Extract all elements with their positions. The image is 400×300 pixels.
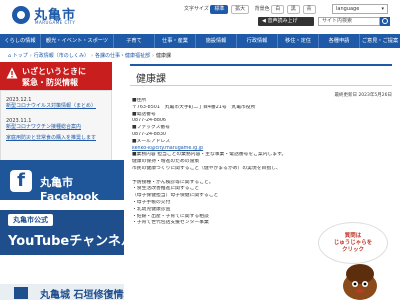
info-line: 0877-24-8806 [132, 118, 166, 124]
emergency-line2: 緊急・防災情報 [22, 78, 78, 87]
language-select[interactable]: language ▾ [332, 4, 388, 14]
list-item: 家庭用防災と非常食の購入を推奨します [6, 135, 96, 142]
nav-tourism[interactable]: 観光・イベント・スポーツ [41, 34, 114, 48]
facebook-icon: f [10, 170, 32, 192]
bubble-line1: 質問は [344, 233, 362, 239]
search-icon[interactable] [380, 17, 390, 26]
info-line: ■メールアドレス [132, 138, 171, 144]
castle-banner-text: 丸亀城 石垣修復情報 [40, 290, 124, 300]
warning-icon [6, 67, 18, 79]
voice-readout-button[interactable]: ◀ 音声読み上げ [258, 17, 314, 26]
emergency-line1: いざというときに [22, 67, 86, 76]
bg-black-button[interactable]: 黒 [286, 5, 300, 14]
info-line: 0877-24-8830 [132, 131, 166, 137]
info-line: ・乳幼児健康診査 [132, 206, 171, 212]
city-emblem-icon [12, 6, 30, 24]
voice-readout-label: 音声読み上げ [267, 18, 298, 24]
info-line: ■ファックス番号 [132, 125, 170, 131]
breadcrumb-dept[interactable]: 各課の仕事・健康福祉部 [95, 53, 150, 59]
facebook-banner-text: 丸亀市 Facebook [40, 176, 99, 203]
info-line: 市民の健康づくりに関すること（健やかまるがめ）の実現を目指し、 [132, 165, 281, 171]
nav-applications[interactable]: 各種申請 [319, 34, 360, 48]
news-link[interactable]: 新型コロナワクチン接種総合案内 [6, 124, 81, 131]
nav-facilities[interactable]: 施設情報 [196, 34, 237, 48]
info-line: ■住所 [132, 98, 147, 103]
nav-living[interactable]: くらしの情報 [0, 34, 41, 48]
breadcrumb: ⌂ トップ › 行政情報（市のしくみ） › 各課の仕事・健康福祉部 › 健康課 [8, 53, 172, 59]
global-nav: くらしの情報 観光・イベント・スポーツ 子育て 仕事・産業 施設情報 行政情報 … [0, 34, 400, 48]
language-label: language [336, 6, 360, 12]
search-input[interactable]: サイト内検索 [318, 17, 380, 26]
text-size-standard-button[interactable]: 標準 [210, 5, 229, 14]
text-size-large-button[interactable]: 拡大 [231, 5, 250, 14]
info-line: （母子保健担当）母子保健に関すること [132, 193, 219, 199]
emergency-info-banner[interactable]: いざというときに 緊急・防災情報 [0, 62, 112, 90]
nav-administration[interactable]: 行政情報 [237, 34, 278, 48]
info-line: ■電話番号 [132, 111, 156, 117]
nav-work[interactable]: 仕事・産業 [155, 34, 196, 48]
chevron-down-icon: ▾ [381, 6, 384, 12]
nav-childcare[interactable]: 子育て [114, 34, 155, 48]
info-line: ■業務内容 担当ごとの業務内容・主な事業・電話番号をご案内します。 [132, 152, 287, 158]
bubble-line2: じゅうじゃらを [333, 240, 373, 246]
logo-subtext: MARUGAME CITY [35, 20, 76, 25]
castle-icon [14, 287, 28, 299]
bg-white-button[interactable]: 白 [271, 5, 285, 14]
info-line: ・母子手帳の交付 [132, 199, 171, 205]
youtube-banner-text: YouTubeチャンネル [8, 234, 124, 249]
nav-opinions[interactable]: ご意見・ご提案 [360, 34, 400, 48]
mascot-speech-bubble[interactable]: 質問は じゅうじゃらを クリック [318, 222, 388, 264]
emergency-news-list: 2023.12.1 新型コロナウイルス対策情報（まとめ） 2023.11.1 新… [0, 90, 112, 170]
news-link[interactable]: 家庭用防災と非常食の購入を推奨します [6, 135, 96, 142]
list-item: 2023.11.1 新型コロナワクチン接種総合案内 [6, 118, 81, 131]
page-title: 健康課 [136, 74, 166, 85]
nav-migration[interactable]: 移住・定住 [278, 34, 319, 48]
info-line: 予防接種・がん検診等に関すること。 [132, 179, 214, 185]
youtube-banner-label: 丸亀市公式 [8, 214, 53, 226]
info-line [132, 173, 382, 180]
breadcrumb-home[interactable]: トップ [13, 53, 28, 59]
info-line: ・食生活改善推進に関すること [132, 186, 200, 192]
bubble-line3: クリック [341, 247, 364, 253]
youtube-banner[interactable]: 丸亀市公式 YouTubeチャンネル [0, 210, 124, 255]
news-link[interactable]: 新型コロナウイルス対策情報（まとめ） [6, 103, 96, 110]
mascot-character-icon[interactable] [340, 262, 380, 300]
email-link[interactable]: kenko-k@city.marugame.lg.jp [132, 146, 203, 151]
breadcrumb-admin[interactable]: 行政情報（市のしくみ） [34, 53, 89, 59]
list-item: 2023.12.1 新型コロナウイルス対策情報（まとめ） [6, 97, 96, 110]
info-line: 〒763-8501 丸亀市大手町二丁目4番21号 丸亀市役所 [132, 104, 256, 110]
info-line: ・妊婦・出産・子育てに関する相談 [132, 213, 209, 219]
castle-banner[interactable]: 丸亀城 石垣修復情報 [0, 284, 124, 300]
page-title-bar: 健康課 [130, 64, 392, 86]
info-line: 健康の保持・増進のための施策 [132, 159, 200, 165]
facebook-banner[interactable]: f 丸亀市 Facebook [0, 160, 124, 203]
department-info: ■住所 〒763-8501 丸亀市大手町二丁目4番21号 丸亀市役所 ■電話番号… [132, 98, 382, 227]
site-logo[interactable]: 丸亀市 MARUGAME CITY [12, 4, 82, 30]
breadcrumb-current: 健康課 [156, 53, 172, 59]
text-size-label: 文字サイズ [184, 6, 209, 12]
bg-color-label: 背景色 [254, 6, 270, 12]
bg-blue-button[interactable]: 青 [302, 5, 316, 14]
